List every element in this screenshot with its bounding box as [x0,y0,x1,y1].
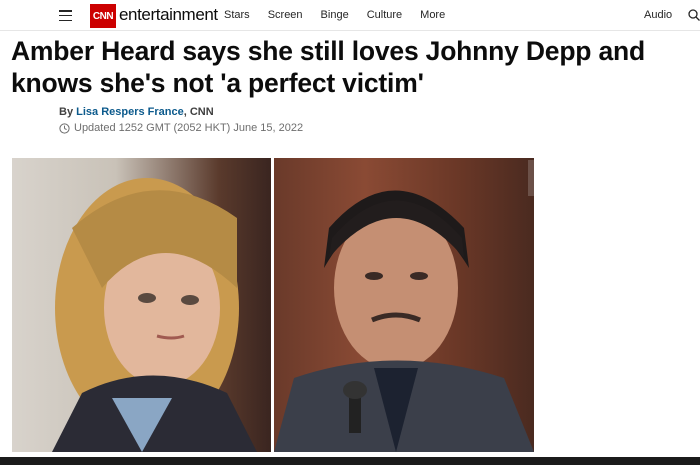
top-navigation-bar: CNN entertainment Stars Screen Binge Cul… [0,0,700,31]
updated-timestamp: Updated 1252 GMT (2052 HKT) June 15, 202… [59,122,303,134]
photo-credit: GETTY IMAGES [542,154,549,196]
nav-item-culture[interactable]: Culture [367,9,402,21]
author-link[interactable]: Lisa Respers France [76,106,184,118]
article-photo-right [274,158,534,452]
portrait-woman-image [52,178,257,452]
cnn-logo[interactable]: CNN [90,4,116,28]
portrait-man-image [274,190,534,452]
byline: By Lisa Respers France, CNN [59,106,214,118]
article-headline: Amber Heard says she still loves Johnny … [11,36,645,98]
byline-prefix: By [59,106,77,118]
article-photo-left [12,158,271,452]
hamburger-menu-icon[interactable] [59,10,72,21]
nav-item-stars[interactable]: Stars [224,9,250,21]
nav-item-more[interactable]: More [420,9,445,21]
section-name-entertainment[interactable]: entertainment [119,5,218,25]
photo-credit-bar [528,160,534,196]
search-icon[interactable] [688,9,700,21]
bottom-taskbar [0,457,700,465]
nav-item-screen[interactable]: Screen [268,9,303,21]
updated-text: Updated 1252 GMT (2052 HKT) June 15, 202… [74,122,304,134]
clock-icon [59,122,70,134]
nav-item-binge[interactable]: Binge [321,9,349,21]
section-nav: Stars Screen Binge Culture More [224,9,463,21]
byline-outlet: , CNN [183,106,214,118]
audio-link[interactable]: Audio [644,9,672,21]
